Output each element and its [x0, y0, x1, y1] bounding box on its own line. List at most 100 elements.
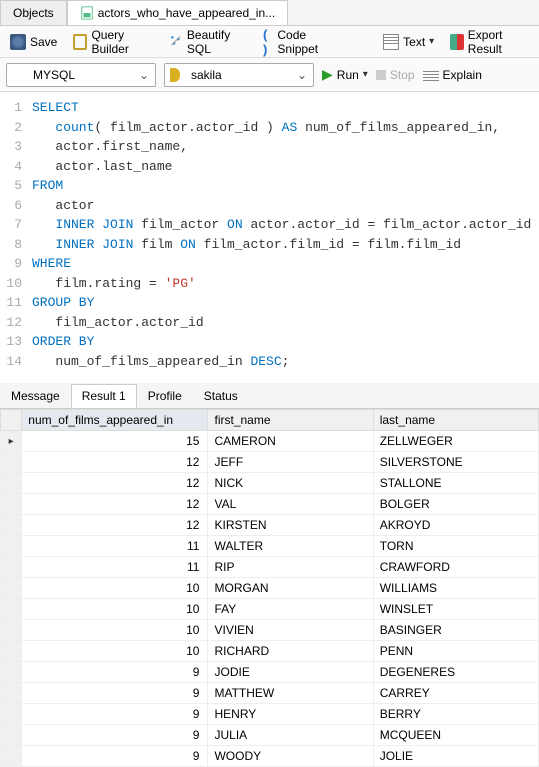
row-header[interactable] [1, 641, 22, 662]
cell[interactable]: JODIE [208, 662, 373, 683]
table-row[interactable]: 15CAMERONZELLWEGER [1, 431, 539, 452]
cell[interactable]: 12 [22, 452, 208, 473]
database-dropdown[interactable]: sakila ⌄ [164, 63, 314, 87]
row-header[interactable] [1, 704, 22, 725]
explain-button[interactable]: Explain [423, 68, 482, 82]
code-line[interactable]: num_of_films_appeared_in DESC; [32, 352, 289, 372]
row-header[interactable] [1, 473, 22, 494]
cell[interactable]: 11 [22, 557, 208, 578]
code-line[interactable]: FROM [32, 176, 63, 196]
tab-query[interactable]: actors_who_have_appeared_in... [67, 0, 288, 25]
code-line[interactable]: count( film_actor.actor_id ) AS num_of_f… [32, 118, 500, 138]
code-line[interactable]: INNER JOIN film_actor ON actor.actor_id … [32, 215, 531, 235]
cell[interactable]: JOLIE [373, 746, 538, 767]
table-row[interactable]: 12JEFFSILVERSTONE [1, 452, 539, 473]
code-line[interactable]: WHERE [32, 254, 71, 274]
cell[interactable]: 10 [22, 620, 208, 641]
code-line[interactable]: ORDER BY [32, 332, 94, 352]
row-header[interactable] [1, 536, 22, 557]
engine-dropdown[interactable]: MYSQL ⌄ [6, 63, 156, 87]
cell[interactable]: AKROYD [373, 515, 538, 536]
cell[interactable]: 9 [22, 662, 208, 683]
cell[interactable]: 9 [22, 683, 208, 704]
cell[interactable]: MORGAN [208, 578, 373, 599]
cell[interactable]: 10 [22, 599, 208, 620]
cell[interactable]: ZELLWEGER [373, 431, 538, 452]
cell[interactable]: 11 [22, 536, 208, 557]
cell[interactable]: 9 [22, 704, 208, 725]
cell[interactable]: STALLONE [373, 473, 538, 494]
cell[interactable]: 12 [22, 473, 208, 494]
code-line[interactable]: film.rating = 'PG' [32, 274, 196, 294]
table-row[interactable]: 10RICHARDPENN [1, 641, 539, 662]
tab-status[interactable]: Status [193, 384, 249, 408]
tab-result-1[interactable]: Result 1 [71, 384, 137, 408]
row-header[interactable] [1, 683, 22, 704]
row-header[interactable] [1, 746, 22, 767]
cell[interactable]: MATTHEW [208, 683, 373, 704]
tab-message[interactable]: Message [0, 384, 71, 408]
table-row[interactable]: 11RIPCRAWFORD [1, 557, 539, 578]
cell[interactable]: 9 [22, 725, 208, 746]
table-row[interactable]: 10MORGANWILLIAMS [1, 578, 539, 599]
cell[interactable]: VAL [208, 494, 373, 515]
table-row[interactable]: 9HENRYBERRY [1, 704, 539, 725]
cell[interactable]: JULIA [208, 725, 373, 746]
code-line[interactable]: SELECT [32, 98, 79, 118]
query-builder-button[interactable]: Query Builder [69, 26, 157, 58]
row-header[interactable] [1, 620, 22, 641]
code-line[interactable]: film_actor.actor_id [32, 313, 204, 333]
cell[interactable]: BERRY [373, 704, 538, 725]
cell[interactable]: WINSLET [373, 599, 538, 620]
table-row[interactable]: 12NICKSTALLONE [1, 473, 539, 494]
table-row[interactable]: 11WALTERTORN [1, 536, 539, 557]
code-line[interactable]: INNER JOIN film ON film_actor.film_id = … [32, 235, 461, 255]
cell[interactable]: 15 [22, 431, 208, 452]
cell[interactable]: 12 [22, 494, 208, 515]
cell[interactable]: WALTER [208, 536, 373, 557]
table-row[interactable]: 10FAYWINSLET [1, 599, 539, 620]
cell[interactable]: PENN [373, 641, 538, 662]
table-row[interactable]: 10VIVIENBASINGER [1, 620, 539, 641]
code-line[interactable]: actor.first_name, [32, 137, 188, 157]
cell[interactable]: NICK [208, 473, 373, 494]
table-row[interactable]: 9JODIEDEGENERES [1, 662, 539, 683]
table-row[interactable]: 9JULIAMCQUEEN [1, 725, 539, 746]
code-snippet-button[interactable]: ( ) Code Snippet [259, 25, 343, 59]
row-header[interactable] [1, 599, 22, 620]
row-header[interactable] [1, 557, 22, 578]
cell[interactable]: MCQUEEN [373, 725, 538, 746]
cell[interactable]: RICHARD [208, 641, 373, 662]
export-result-button[interactable]: Export Result [446, 26, 533, 58]
code-line[interactable]: actor [32, 196, 94, 216]
result-grid[interactable]: num_of_films_appeared_infirst_namelast_n… [0, 409, 539, 767]
cell[interactable]: 12 [22, 515, 208, 536]
row-header[interactable] [1, 515, 22, 536]
cell[interactable]: FAY [208, 599, 373, 620]
cell[interactable]: KIRSTEN [208, 515, 373, 536]
cell[interactable]: JEFF [208, 452, 373, 473]
tab-profile[interactable]: Profile [137, 384, 193, 408]
cell[interactable]: TORN [373, 536, 538, 557]
table-row[interactable]: 12VALBOLGER [1, 494, 539, 515]
row-header[interactable] [1, 725, 22, 746]
cell[interactable]: HENRY [208, 704, 373, 725]
cell[interactable]: VIVIEN [208, 620, 373, 641]
run-button[interactable]: ▶ Run ▾ [322, 66, 368, 83]
table-row[interactable]: 9WOODYJOLIE [1, 746, 539, 767]
cell[interactable]: SILVERSTONE [373, 452, 538, 473]
row-header[interactable] [1, 662, 22, 683]
column-header[interactable]: num_of_films_appeared_in [22, 410, 208, 431]
row-header[interactable] [1, 431, 22, 452]
cell[interactable]: CRAWFORD [373, 557, 538, 578]
cell[interactable]: 9 [22, 746, 208, 767]
cell[interactable]: RIP [208, 557, 373, 578]
cell[interactable]: WILLIAMS [373, 578, 538, 599]
cell[interactable]: CAMERON [208, 431, 373, 452]
cell[interactable]: BOLGER [373, 494, 538, 515]
save-button[interactable]: Save [6, 32, 61, 52]
cell[interactable]: 10 [22, 641, 208, 662]
column-header[interactable]: first_name [208, 410, 373, 431]
beautify-sql-button[interactable]: Beautify SQL [165, 26, 251, 58]
table-row[interactable]: 12KIRSTENAKROYD [1, 515, 539, 536]
